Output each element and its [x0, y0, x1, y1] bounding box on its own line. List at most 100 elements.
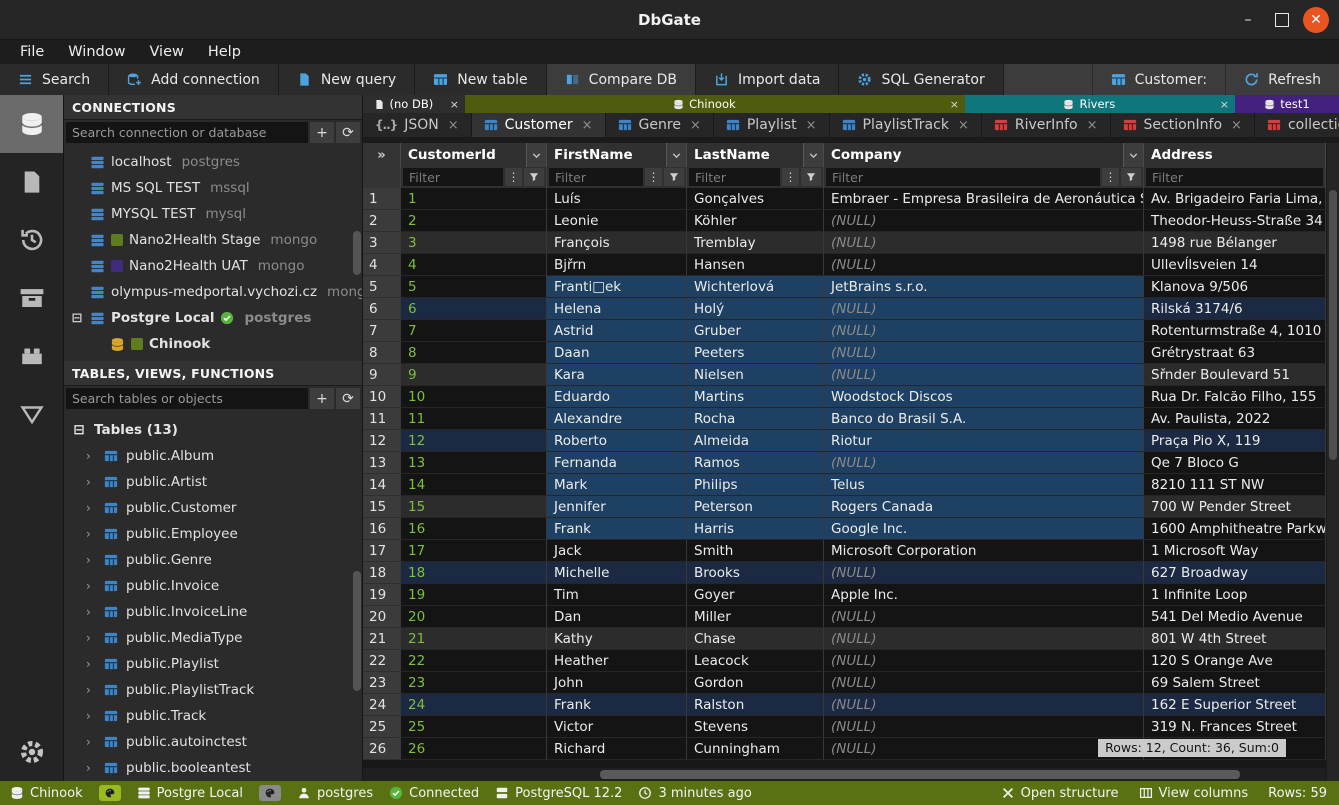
chevron-right-icon[interactable]: › — [86, 709, 96, 723]
column-header-address[interactable]: Address — [1144, 143, 1326, 167]
tables-root-node[interactable]: ⊟Tables (13) — [64, 417, 362, 443]
column-menu-button[interactable] — [803, 143, 823, 167]
row-number[interactable]: 11 — [363, 408, 401, 430]
row-number[interactable]: 26 — [363, 738, 401, 760]
grid-cell-lastname[interactable]: Cunningham — [687, 738, 824, 760]
tab-json[interactable]: {..}JSON× — [363, 113, 472, 137]
row-number[interactable]: 25 — [363, 716, 401, 738]
grid-cell-address[interactable]: Sřnder Boulevard 51 — [1144, 364, 1326, 386]
row-number[interactable]: 22 — [363, 650, 401, 672]
grid-cell-firstname[interactable]: John — [547, 672, 687, 694]
grid-cell-lastname[interactable]: Ramos — [687, 452, 824, 474]
grid-cell-address[interactable]: 162 E Superior Street — [1144, 694, 1326, 716]
grid-cell-address[interactable]: 1600 Amphitheatre Parkway — [1144, 518, 1326, 540]
palette-chip[interactable] — [259, 785, 281, 801]
chevron-right-icon[interactable]: › — [86, 527, 96, 541]
row-number[interactable]: 16 — [363, 518, 401, 540]
grid-cell-firstname[interactable]: Helena — [547, 298, 687, 320]
grid-cell-address[interactable]: Theodor-Heuss-Straße 34 — [1144, 210, 1326, 232]
grid-cell-firstname[interactable]: Richard — [547, 738, 687, 760]
grid-cell-address[interactable]: Av. Paulista, 2022 — [1144, 408, 1326, 430]
grid-cell-lastname[interactable]: Miller — [687, 606, 824, 628]
grid-cell-company[interactable]: (NULL) — [824, 716, 1144, 738]
connection-item-chinook[interactable]: Chinook — [64, 331, 362, 357]
grid-cell-lastname[interactable]: Hansen — [687, 254, 824, 276]
grid-cell-lastname[interactable]: Chase — [687, 628, 824, 650]
grid-cell-company[interactable]: (NULL) — [824, 364, 1144, 386]
menu-item-view[interactable]: View — [139, 42, 193, 62]
grid-cell-company[interactable]: (NULL) — [824, 672, 1144, 694]
tab-sectioninfo[interactable]: SectionInfo× — [1111, 113, 1255, 137]
grid-cell-firstname[interactable]: Frank — [547, 518, 687, 540]
grid-cell-lastname[interactable]: Rocha — [687, 408, 824, 430]
toolbar-button-new-table[interactable]: New table — [415, 64, 546, 95]
grid-cell-customerid[interactable]: 11 — [401, 408, 547, 430]
database-tab-chinook[interactable]: Chinook× — [465, 95, 965, 113]
grid-cell-address[interactable]: 1498 rue Bélanger — [1144, 232, 1326, 254]
connection-item-olympus-medportal-vychozi-cz[interactable]: olympus-medportal.vychozi.czmongo — [64, 279, 362, 305]
grid-cell-firstname[interactable]: Kathy — [547, 628, 687, 650]
status-item-open-structure[interactable]: Open structure — [1001, 786, 1119, 801]
table-item-public-invoiceline[interactable]: ›public.InvoiceLine — [64, 599, 362, 625]
grid-cell-lastname[interactable]: Stevens — [687, 716, 824, 738]
row-number[interactable]: 14 — [363, 474, 401, 496]
grid-cell-address[interactable]: Praça Pio X, 119 — [1144, 430, 1326, 452]
grid-cell-address[interactable]: Klanova 9/506 — [1144, 276, 1326, 298]
grid-cell-firstname[interactable]: Leonie — [547, 210, 687, 232]
filter-funnel-button[interactable] — [524, 168, 544, 186]
tab-riverinfo[interactable]: RiverInfo× — [982, 113, 1111, 137]
rail-item-archive-icon[interactable] — [0, 269, 63, 327]
expander-icon[interactable]: ⊟ — [72, 422, 86, 438]
horizontal-scrollbar[interactable] — [363, 768, 1326, 781]
minimize-button[interactable]: – — [1235, 7, 1261, 33]
grid-expander-header[interactable]: » — [363, 143, 401, 167]
grid-cell-address[interactable]: Grétrystraat 63 — [1144, 342, 1326, 364]
grid-cell-customerid[interactable]: 5 — [401, 276, 547, 298]
grid-cell-company[interactable]: (NULL) — [824, 606, 1144, 628]
row-number[interactable]: 17 — [363, 540, 401, 562]
grid-cell-lastname[interactable]: Harris — [687, 518, 824, 540]
filter-menu-button[interactable]: ⋮ — [505, 168, 522, 186]
row-number[interactable]: 12 — [363, 430, 401, 452]
grid-cell-lastname[interactable]: Almeida — [687, 430, 824, 452]
grid-cell-address[interactable]: 319 N. Frances Street — [1144, 716, 1326, 738]
toolbar-button-search[interactable]: Search — [0, 64, 109, 95]
grid-cell-address[interactable]: 801 W 4th Street — [1144, 628, 1326, 650]
row-number[interactable]: 4 — [363, 254, 401, 276]
status-item-postgres[interactable]: postgres — [297, 786, 373, 801]
table-item-public-playlist[interactable]: ›public.Playlist — [64, 651, 362, 677]
grid-cell-customerid[interactable]: 17 — [401, 540, 547, 562]
grid-cell-address[interactable]: Ullevĺlsveien 14 — [1144, 254, 1326, 276]
filter-input-company[interactable]: Filter — [826, 168, 1100, 186]
table-item-public-invoice[interactable]: ›public.Invoice — [64, 573, 362, 599]
grid-cell-customerid[interactable]: 10 — [401, 386, 547, 408]
chevron-right-icon[interactable]: › — [86, 605, 96, 619]
menu-item-window[interactable]: Window — [58, 42, 135, 62]
connection-item-localhost[interactable]: localhostpostgres — [64, 149, 362, 175]
grid-cell-firstname[interactable]: Jennifer — [547, 496, 687, 518]
rail-item-file-icon[interactable] — [0, 153, 63, 211]
grid-cell-lastname[interactable]: Goyer — [687, 584, 824, 606]
tables-refresh-button[interactable]: ⟳ — [336, 388, 360, 409]
close-tab-icon[interactable]: × — [444, 98, 465, 111]
grid-cell-address[interactable]: 541 Del Medio Avenue — [1144, 606, 1326, 628]
row-number[interactable]: 1 — [363, 188, 401, 210]
grid-cell-address[interactable]: 1 Microsoft Way — [1144, 540, 1326, 562]
grid-cell-lastname[interactable]: Köhler — [687, 210, 824, 232]
grid-cell-company[interactable]: JetBrains s.r.o. — [824, 276, 1144, 298]
rail-item-history-icon[interactable] — [0, 211, 63, 269]
filter-menu-button[interactable]: ⋮ — [645, 168, 662, 186]
close-tab-icon[interactable]: × — [448, 118, 459, 133]
grid-cell-lastname[interactable]: Gonçalves — [687, 188, 824, 210]
connection-item-postgre-local[interactable]: ⊟Postgre Localpostgres — [64, 305, 362, 331]
grid-cell-lastname[interactable]: Nielsen — [687, 364, 824, 386]
column-menu-button[interactable] — [1123, 143, 1143, 167]
status-item-connected[interactable]: Connected — [389, 786, 479, 801]
grid-cell-company[interactable]: Google Inc. — [824, 518, 1144, 540]
connections-refresh-button[interactable]: ⟳ — [336, 122, 360, 143]
filter-funnel-button[interactable] — [664, 168, 684, 186]
grid-cell-company[interactable]: (NULL) — [824, 738, 1144, 760]
status-item-rows-59[interactable]: Rows: 59 — [1268, 786, 1327, 801]
grid-cell-company[interactable]: Embraer - Empresa Brasileira de Aeronáut… — [824, 188, 1144, 210]
filter-input-customerid[interactable]: Filter — [403, 168, 503, 186]
